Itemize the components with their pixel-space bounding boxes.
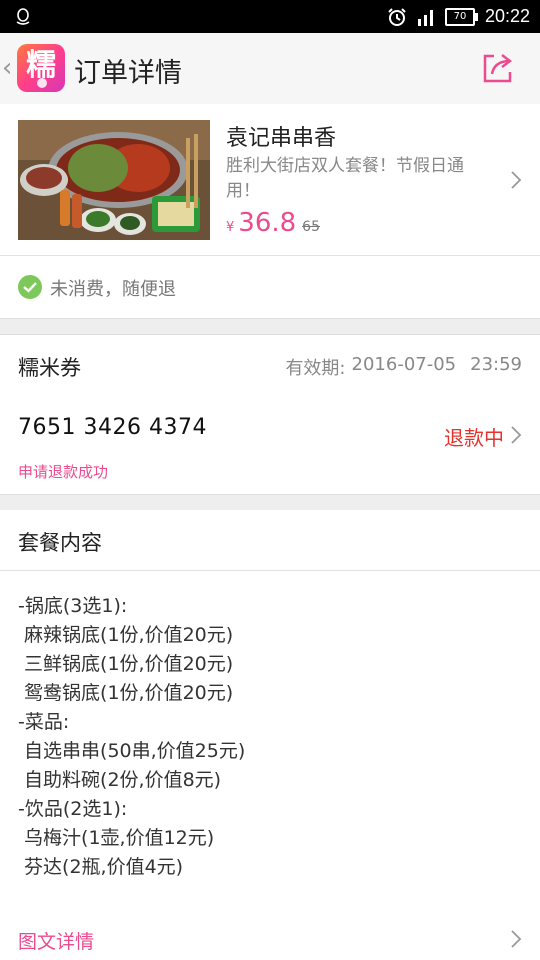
chevron-right-icon[interactable] [510,425,522,445]
signal-icon [417,9,433,26]
battery-level: 70 [453,10,467,22]
refund-note: 未消费，随便退 [0,256,540,318]
back-chevron-icon[interactable]: ‹ [2,53,12,83]
package-item: 自助料碗(2份,价值8元) [18,769,222,791]
check-circle-icon [18,275,42,299]
current-price: 36.8 [238,208,297,238]
section-divider [0,494,540,511]
section-divider [0,318,540,335]
package-item: 麻辣锅底(1份,价值20元) [18,624,234,646]
price-row: ¥ 36.8 65 [226,208,320,238]
share-icon[interactable] [480,50,516,86]
validity-time: 23:59 [470,354,522,375]
currency-symbol: ¥ [226,220,235,235]
validity-label: 有效期: [285,358,346,379]
refund-success-note: 申请退款成功 [18,463,109,481]
app-header: ‹ 糯 订单详情 [0,33,540,105]
original-price: 65 [302,219,320,235]
status-time: 20:22 [484,6,530,26]
coupon-section: 糯米券 有效期: 2016-07-05 23:59 7651 3426 4374… [0,335,540,493]
package-item: -锅底(3选1): [18,595,128,617]
package-title: 套餐内容 [18,531,102,555]
qq-icon [16,8,30,25]
product-card[interactable]: 袁记串串香 胜利大街店双人套餐！节假日通用！ ¥ 36.8 65 [0,104,540,256]
validity-date: 2016-07-05 [351,354,457,375]
package-item: 芬达(2瓶,价值4元) [18,856,184,878]
package-item: 鸳鸯锅底(1份,价值20元) [18,682,234,704]
product-name: 袁记串串香 [226,126,337,151]
detail-link[interactable]: 图文详情 [18,927,94,954]
package-item: -饮品(2选1): [18,798,128,820]
package-item: 三鲜锅底(1份,价值20元) [18,653,234,675]
alarm-icon [388,7,406,26]
chevron-right-icon[interactable] [510,929,522,949]
page-title: 订单详情 [74,58,182,89]
product-description: 胜利大街店双人套餐！节假日通用！ [226,156,464,201]
package-item: -菜品: [18,711,70,733]
validity: 有效期: 2016-07-05 23:59 [285,354,522,380]
app-logo[interactable]: 糯 [17,44,65,92]
logo-badge-icon [37,78,47,88]
product-image [18,120,210,240]
status-bar: 70 20:22 [0,0,540,33]
package-list: -锅底(3选1): 麻辣锅底(1份,价值20元) 三鲜锅底(1份,价值20元) … [18,592,245,882]
coupon-title: 糯米券 [18,356,81,380]
package-item: 自选串串(50串,价值25元) [18,740,246,762]
chevron-right-icon [511,171,522,189]
package-item: 乌梅汁(1壶,价值12元) [18,827,215,849]
refund-status-link[interactable]: 退款中 [444,422,504,451]
package-header: 套餐内容 [0,510,540,571]
battery-icon: 70 [444,7,478,26]
refund-note-text: 未消费，随便退 [50,279,176,300]
coupon-code: 7651 3426 4374 [18,415,207,440]
